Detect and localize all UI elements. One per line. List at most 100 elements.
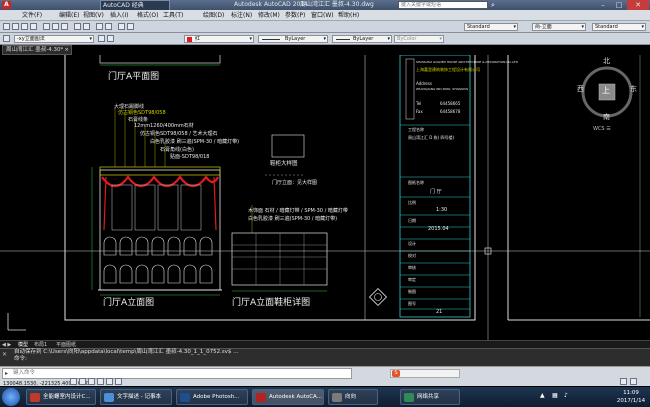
plan-outline <box>99 55 221 64</box>
menu-parametric[interactable]: 参数(P) <box>285 10 305 21</box>
fullscreen-icon[interactable] <box>630 378 637 385</box>
menu-view[interactable]: 视图(V) <box>83 10 104 21</box>
menu-insert[interactable]: 插入(I) <box>110 10 128 21</box>
menu-tools[interactable]: 工具(T) <box>163 10 183 21</box>
menu-draw[interactable]: 绘图(D) <box>203 10 224 21</box>
ortho-icon[interactable] <box>88 378 95 385</box>
annotation: 仿古铜色SDT98/058 / 艺术大理石 <box>140 131 218 137</box>
system-clock[interactable]: 11:09 2017/1/14 <box>616 389 646 405</box>
dim-style-value: 尚-立面 <box>535 24 552 30</box>
snap-icon[interactable] <box>70 378 77 385</box>
paste-icon[interactable] <box>61 23 68 30</box>
menu-edit[interactable]: 编辑(E) <box>59 10 79 21</box>
command-prompt-icon: ▸ <box>5 370 9 377</box>
tray-icons[interactable]: ▲ ▦ ♪ <box>540 392 610 402</box>
viewcube-east[interactable]: 东 <box>630 84 637 94</box>
curtain-left <box>103 176 107 231</box>
grid-icon[interactable] <box>79 378 86 385</box>
taskbar-item-label: 网络共享 <box>417 394 440 400</box>
tb-row-label: 审核 <box>408 265 416 270</box>
viewcube-west[interactable]: 西 <box>577 84 584 94</box>
polar-icon[interactable] <box>97 378 104 385</box>
menu-dimension[interactable]: 标注(N) <box>231 10 252 21</box>
maximize-button[interactable]: □ <box>611 0 627 10</box>
taskbar-item[interactable]: 文字描述 - 记事本 <box>100 389 172 405</box>
annotation: 白色乳胶漆 刷三遍(SPM-30 / 暗藏灯带) <box>150 139 240 145</box>
close-button[interactable]: ✕ <box>627 0 649 10</box>
sogou-icon[interactable]: S <box>392 370 400 377</box>
layer-previous-icon[interactable] <box>98 35 105 42</box>
ime-toolbar[interactable]: S <box>390 369 460 378</box>
viewcube-north[interactable]: 北 <box>603 56 610 66</box>
close-tab-icon[interactable]: × <box>64 46 69 54</box>
layer-state-icon[interactable] <box>3 35 10 42</box>
cabinet-detail-title: 门厅A立面鞋柜详图 <box>232 298 311 308</box>
copy-icon[interactable] <box>52 23 59 30</box>
taskbar-item-active[interactable]: Autodesk AutoCA... <box>252 389 324 405</box>
redo-icon[interactable] <box>83 23 90 30</box>
menu-bar: 文件(F) 编辑(E) 视图(V) 插入(I) 格式(O) 工具(T) 绘图(D… <box>0 10 650 21</box>
start-button[interactable] <box>2 388 20 406</box>
annotation: 门厅立面：见大样图 <box>272 180 318 186</box>
document-tab[interactable]: 周山湾江汇 墨叔-4.30* × <box>2 45 72 55</box>
plotstyle-combo[interactable]: ByColor ▾ <box>394 35 444 43</box>
otrack-icon[interactable] <box>115 378 122 385</box>
undo-icon[interactable] <box>74 23 81 30</box>
tb-date-label: 日期 <box>408 218 416 223</box>
viewcube-top-face[interactable]: 上 <box>602 85 610 96</box>
cut-icon[interactable] <box>43 23 50 30</box>
ucs-combo[interactable]: -xy立面图法 ▾ <box>14 35 94 43</box>
command-input[interactable]: ▸ 键入命令 <box>2 368 352 379</box>
save-icon[interactable] <box>21 23 28 30</box>
layer-match-icon[interactable] <box>107 35 114 42</box>
table-style-combo[interactable]: Standard ▾ <box>592 23 646 31</box>
viewcube-south[interactable]: 南 <box>603 112 610 122</box>
title-bar: A AutoCAD 经典 Autodesk AutoCAD 2014 周山湾江汇… <box>0 0 650 12</box>
taskbar-item[interactable]: 网络共享 <box>400 389 460 405</box>
document-tab-label: 周山湾江汇 墨叔-4.30* <box>6 47 64 53</box>
menu-format[interactable]: 格式(O) <box>137 10 158 21</box>
dim-style-combo[interactable]: 尚-立面 ▾ <box>532 23 586 31</box>
viewcube[interactable]: 北 南 东 西 上 WCS ☰ <box>577 57 637 132</box>
annotation: 贴面-SDT98/018 <box>170 154 210 160</box>
workspace-gear-icon[interactable] <box>620 378 627 385</box>
linetype-value: ByLayer <box>285 36 306 42</box>
taskbar-item-label: Adobe Photosh... <box>193 394 240 400</box>
menu-modify[interactable]: 修改(M) <box>258 10 280 21</box>
chevron-down-icon: ▾ <box>641 24 644 30</box>
wcs-menu[interactable]: WCS ☰ <box>593 126 611 132</box>
detail-title: 鞋柜大样图 <box>270 161 298 167</box>
menu-window[interactable]: 窗口(W) <box>311 10 334 21</box>
lineweight-combo[interactable]: ByLayer ▾ <box>332 35 392 43</box>
network-icon[interactable]: ▦ <box>552 392 558 399</box>
search-input[interactable]: 键入关键字或短语 <box>398 1 488 9</box>
tray-arrow-icon[interactable]: ▲ <box>540 392 545 399</box>
autocad-logo-icon[interactable]: A <box>2 1 11 9</box>
ucs-value: -xy立面图法 <box>17 36 45 42</box>
osnap-icon[interactable] <box>106 378 113 385</box>
taskbar-item-label: Autodesk AutoCA... <box>269 394 322 400</box>
layer-manager-icon[interactable] <box>127 23 134 30</box>
close-command-icon[interactable]: ✕ <box>2 351 7 358</box>
clock-time: 11:09 <box>623 390 639 396</box>
standard-toolbar: Standard ▾ 尚-立面 ▾ Standard ▾ <box>0 21 650 33</box>
pan-icon[interactable] <box>96 23 103 30</box>
zoom-icon[interactable] <box>105 23 112 30</box>
linetype-combo[interactable]: ByLayer ▾ <box>258 35 328 43</box>
taskbar-item[interactable]: Adobe Photosh... <box>176 389 248 405</box>
search-icon[interactable]: ⌕ <box>491 0 495 10</box>
taskbar-item[interactable]: 向向 <box>328 389 378 405</box>
taskbar-item[interactable]: 全能螺室内设计C... <box>26 389 96 405</box>
open-icon[interactable] <box>12 23 19 30</box>
properties-icon[interactable] <box>118 23 125 30</box>
model-space-canvas[interactable]: 门厅A平面图 门厅A立面图 门厅A立面鞋柜详图 鞋柜大样图 大理石踢脚线 仿古铜… <box>0 55 650 340</box>
new-icon[interactable] <box>3 23 10 30</box>
print-icon[interactable] <box>30 23 37 30</box>
menu-file[interactable]: 文件(F) <box>22 10 42 21</box>
volume-icon[interactable]: ♪ <box>564 392 568 399</box>
color-value: 红 <box>195 36 201 42</box>
menu-help[interactable]: 帮助(H) <box>338 10 359 21</box>
text-style-combo[interactable]: Standard ▾ <box>464 23 518 31</box>
minimize-button[interactable]: – <box>595 0 611 10</box>
color-combo[interactable]: 红 ▾ <box>184 35 254 43</box>
